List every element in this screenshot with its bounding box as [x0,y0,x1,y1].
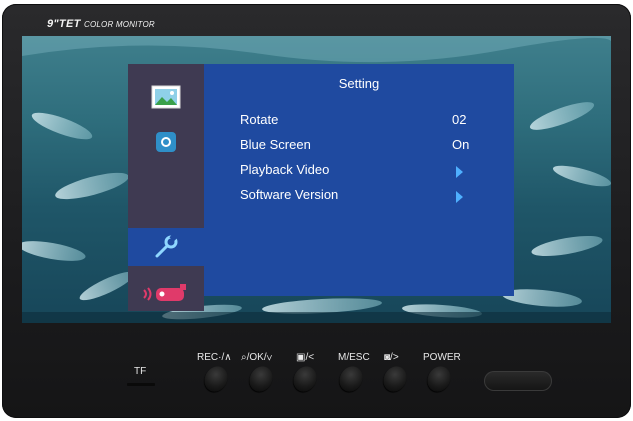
button-label-camera: ◙/> [384,352,399,363]
button-label-rec: REC·/∧ [197,352,232,363]
setting-value: 02 [452,112,467,127]
setting-label: Rotate [240,112,279,127]
side-item-settings[interactable] [128,228,204,266]
tf-slot-label: TF [134,366,147,377]
triangle-right-icon [456,166,463,178]
setting-row-playback-video[interactable]: Playback Video [240,162,490,182]
wrench-icon [155,234,178,258]
monitor-screen: Setting Rotate 02 Blue Screen On Playbac… [22,36,611,323]
setting-label: Blue Screen [240,137,311,152]
osd-side-menu [128,64,204,311]
button-label-ok: ⌕/OK/∨ [241,352,273,363]
side-item-record[interactable] [128,273,204,311]
setting-label: Playback Video [240,162,330,177]
button-label-menu-esc: M/ESC [338,352,370,363]
setting-row-rotate[interactable]: Rotate 02 [240,112,490,132]
osd-title: Setting [338,76,380,91]
triangle-right-icon [456,191,463,203]
osd-settings-panel: Setting Rotate 02 Blue Screen On Playbac… [204,64,514,296]
brand-sub: COLOR MONITOR [83,20,155,29]
setting-label: Software Version [240,187,339,202]
button-label-display: ▣/< [296,352,315,363]
picture-icon [151,85,181,109]
power-indicator [484,371,552,391]
brand-label: 9"TET COLOR MONITOR [47,18,155,30]
setting-value: On [452,137,470,152]
side-item-picture[interactable] [128,78,204,116]
setting-row-blue-screen[interactable]: Blue Screen On [240,137,490,157]
recording-camera-icon [143,284,186,301]
brand-main: 9"TET [47,18,81,30]
button-label-power: POWER [423,352,461,363]
side-item-camera[interactable] [128,123,204,161]
tf-card-slot[interactable] [127,383,155,386]
camera-lens-icon [156,132,176,152]
setting-row-software-version[interactable]: Software Version [240,187,490,207]
